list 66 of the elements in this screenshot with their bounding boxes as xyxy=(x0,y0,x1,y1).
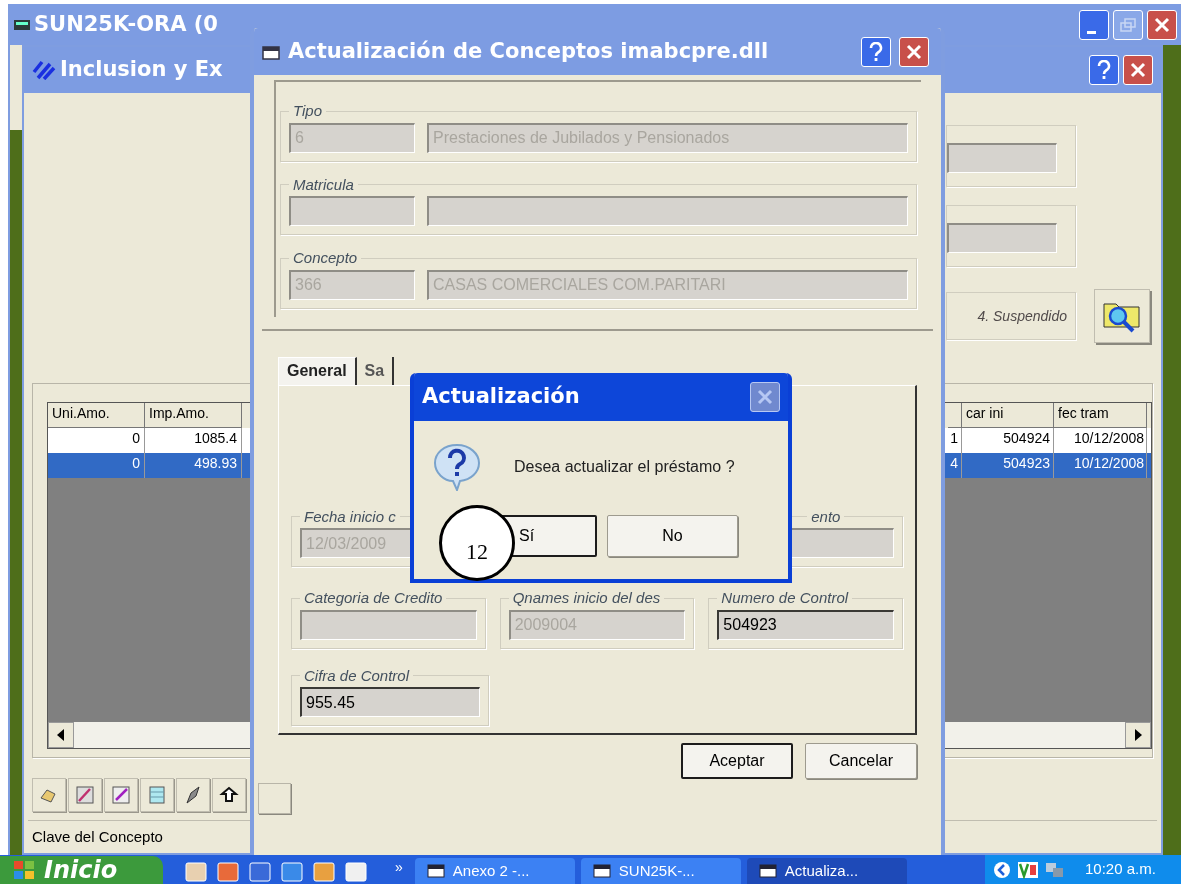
dialog-button[interactable]: Aceptar xyxy=(681,742,793,779)
table-cell: 10/12/2008 xyxy=(1054,453,1147,478)
window-icon xyxy=(758,863,777,879)
question-icon xyxy=(432,443,482,491)
message-title: Actualización xyxy=(422,383,580,411)
message-text: Desea actualizar el préstamo ? xyxy=(514,457,735,477)
tab[interactable]: General xyxy=(278,356,357,385)
more-icon[interactable]: » xyxy=(395,857,403,878)
close-button[interactable] xyxy=(899,36,929,67)
group-label: Numero de Control xyxy=(720,588,850,608)
group-label: Tipo xyxy=(292,101,324,121)
dialog-button[interactable]: Cancelar xyxy=(805,742,917,779)
status-label: 4. Suspendido xyxy=(977,306,1067,326)
help-button[interactable] xyxy=(861,36,891,67)
start-button[interactable]: Inicio xyxy=(0,856,163,884)
pencil-icon[interactable] xyxy=(110,784,132,806)
close-icon xyxy=(906,43,922,60)
text-field[interactable]: 504923 xyxy=(717,609,894,640)
group-label: Qnames inicio del des xyxy=(511,588,662,608)
close-icon xyxy=(1154,16,1170,33)
close-icon xyxy=(757,389,773,405)
restore-icon xyxy=(1120,17,1136,32)
close-button[interactable] xyxy=(1147,9,1177,40)
taskbar-task[interactable]: Actualiza... xyxy=(746,858,907,884)
window-icon xyxy=(32,60,56,80)
table-cell: 504923 xyxy=(962,453,1054,478)
window-icon xyxy=(262,43,280,60)
group-label: Categoria de Credito xyxy=(303,588,444,608)
window-icon xyxy=(592,863,611,879)
windows-logo-icon xyxy=(12,859,36,881)
group-label: Matricula xyxy=(292,174,355,195)
tray-icon[interactable] xyxy=(1017,860,1039,879)
window-title: Actualización de Conceptos imabcpre.dll xyxy=(288,37,769,65)
table-cell: 498.93 xyxy=(145,453,242,478)
edit-icon[interactable] xyxy=(74,784,96,806)
restore-button[interactable] xyxy=(1113,9,1143,40)
minimize-icon xyxy=(1086,31,1096,34)
taskbar-task[interactable]: Anexo 2 -... xyxy=(414,858,575,884)
chevron-icon[interactable] xyxy=(993,860,1011,879)
group-label: ento xyxy=(810,506,842,527)
status-bar-text: Clave del Concepto xyxy=(32,828,163,845)
scroll-right-button[interactable] xyxy=(1125,722,1151,748)
window-title: SUN25K-ORA (0 xyxy=(34,10,218,38)
message-button[interactable]: No xyxy=(607,515,738,557)
question-mark-icon xyxy=(1097,60,1111,80)
help-button[interactable] xyxy=(1089,55,1119,85)
table-cell: 4 xyxy=(948,453,962,478)
close-button[interactable] xyxy=(1123,55,1153,85)
minimize-button[interactable] xyxy=(1079,9,1109,40)
window-icon xyxy=(14,17,30,32)
question-mark-icon xyxy=(869,41,883,62)
right-arrow-icon xyxy=(1134,729,1142,741)
close-icon xyxy=(1130,62,1146,78)
left-arrow-icon xyxy=(57,729,65,741)
list-icon[interactable] xyxy=(146,784,168,806)
search-button[interactable] xyxy=(1094,289,1150,343)
group-label: Concepto xyxy=(292,248,359,268)
scroll-left-button[interactable] xyxy=(48,722,74,748)
table-cell: 0 xyxy=(48,453,145,478)
window-title: Inclusion y Ex xyxy=(60,56,223,84)
group-label: Cifra de Control xyxy=(303,665,411,686)
group-label: Fecha inicio c xyxy=(303,506,397,527)
taskbar-task[interactable]: SUN25K-... xyxy=(580,858,741,884)
clock: 10:20 a.m. xyxy=(1085,859,1156,880)
text-field[interactable]: 955.45 xyxy=(300,687,480,717)
window-icon xyxy=(426,863,445,879)
